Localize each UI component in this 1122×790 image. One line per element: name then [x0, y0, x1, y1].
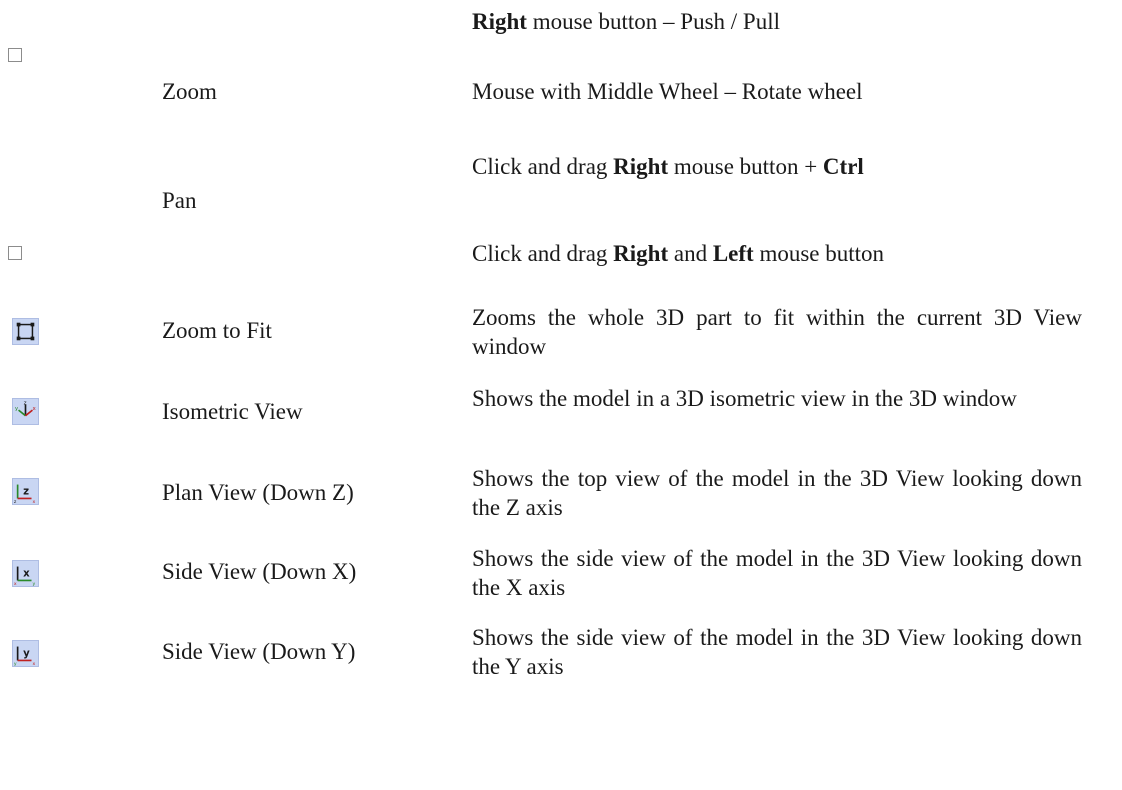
checkbox-bullet-icon	[8, 48, 22, 62]
svg-text:y: y	[32, 582, 35, 586]
side-view-x-icon: x x y	[12, 560, 39, 587]
svg-text:z: z	[23, 487, 29, 498]
zoom-to-fit-description: Zooms the whole 3D part to fit within th…	[472, 305, 1082, 359]
pan-label: Pan	[162, 188, 197, 213]
plan-view-description: Shows the top view of the model in the 3…	[472, 466, 1082, 520]
rotate-description: Right mouse button – Push / Pull	[472, 9, 780, 34]
zoom-label: Zoom	[162, 79, 217, 104]
side-view-x-description: Shows the side view of the model in the …	[472, 546, 1082, 600]
isometric-view-icon: z y x	[12, 398, 39, 425]
pan-description-buttons: Click and drag Right and Left mouse butt…	[472, 241, 885, 266]
pan-description-ctrl: Click and drag Right mouse button + Ctrl	[472, 154, 864, 179]
svg-text:x: x	[23, 569, 30, 580]
svg-text:y: y	[15, 406, 19, 412]
side-view-x-label: Side View (Down X)	[162, 559, 357, 584]
isometric-view-description: Shows the model in a 3D isometric view i…	[472, 386, 1017, 411]
svg-text:x: x	[32, 406, 36, 412]
svg-text:x: x	[32, 500, 35, 504]
svg-text:y: y	[14, 662, 17, 666]
side-view-y-description: Shows the side view of the model in the …	[472, 625, 1082, 679]
side-view-y-icon: y y x	[12, 640, 39, 667]
zoom-to-fit-label: Zoom to Fit	[162, 318, 272, 343]
checkbox-bullet-icon	[8, 246, 22, 260]
svg-text:x: x	[14, 582, 17, 586]
isometric-view-label: Isometric View	[162, 399, 303, 424]
svg-text:x: x	[32, 662, 35, 666]
side-view-y-label: Side View (Down Y)	[162, 639, 356, 664]
plan-view-z-icon: z z x	[12, 478, 39, 505]
zoom-to-fit-icon	[12, 318, 39, 345]
svg-text:z: z	[24, 401, 27, 407]
plan-view-label: Plan View (Down Z)	[162, 480, 354, 505]
svg-text:y: y	[23, 649, 30, 660]
zoom-description: Mouse with Middle Wheel – Rotate wheel	[472, 79, 863, 104]
svg-text:z: z	[14, 500, 17, 504]
